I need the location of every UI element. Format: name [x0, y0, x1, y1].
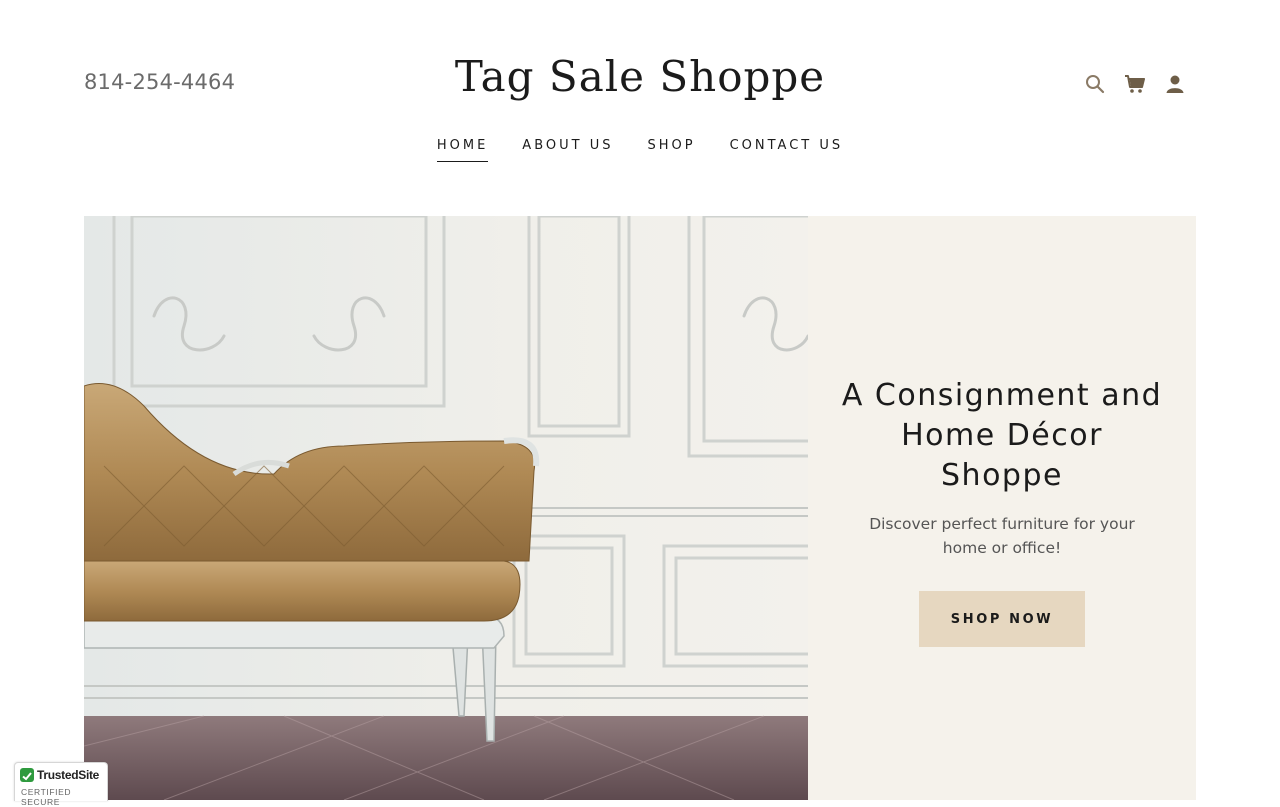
- shop-now-button[interactable]: SHOP NOW: [919, 591, 1085, 647]
- hero-illustration: [84, 216, 808, 800]
- hero-image: [84, 216, 808, 800]
- cart-icon[interactable]: [1124, 72, 1146, 96]
- search-icon[interactable]: [1084, 72, 1106, 96]
- nav-item-home[interactable]: HOME: [436, 138, 489, 162]
- hero-text-panel: A Consignment and Home Décor Shoppe Disc…: [808, 216, 1196, 800]
- header-icons: [1084, 72, 1186, 96]
- nav-item-shop[interactable]: SHOP: [647, 138, 695, 162]
- main-nav: HOME ABOUT US SHOP CONTACT US: [0, 138, 1280, 162]
- hero-heading: A Consignment and Home Décor Shoppe: [841, 378, 1163, 493]
- nav-item-contact-us[interactable]: CONTACT US: [730, 138, 844, 162]
- badge-title: TrustedSite: [37, 768, 100, 782]
- trustedsite-badge[interactable]: TrustedSite CERTIFIED SECURE: [14, 762, 108, 807]
- nav-item-about-us[interactable]: ABOUT US: [522, 138, 613, 162]
- account-icon[interactable]: [1164, 72, 1186, 96]
- hero-section: A Consignment and Home Décor Shoppe Disc…: [84, 216, 1196, 800]
- hero-subtext: Discover perfect furniture for your home…: [869, 515, 1135, 557]
- badge-subtitle: CERTIFIED SECURE: [21, 787, 72, 807]
- check-icon: [20, 768, 34, 782]
